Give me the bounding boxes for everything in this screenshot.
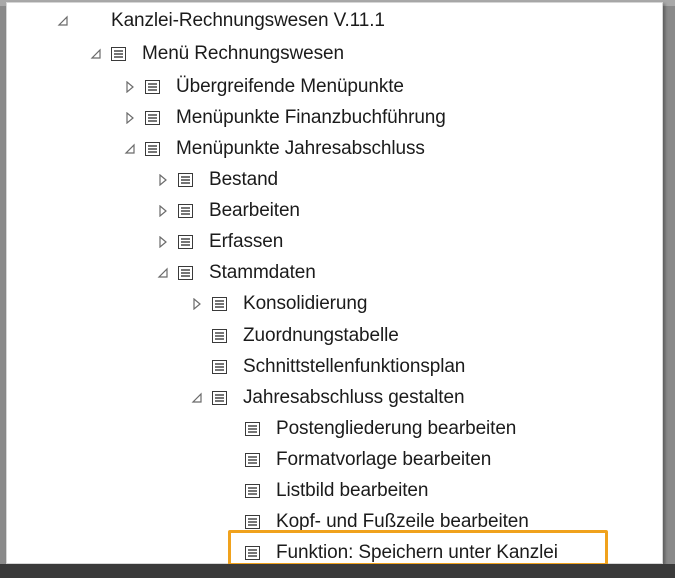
list-document-icon: [212, 296, 227, 311]
list-document-icon: [178, 172, 193, 187]
tree-node-label: Postengliederung bearbeiten: [276, 417, 517, 439]
list-document-icon: [212, 359, 227, 374]
collapsed-arrow-icon[interactable]: [124, 80, 136, 93]
list-document-icon: [245, 483, 260, 498]
tree-node-label: Jahresabschluss gestalten: [243, 386, 465, 408]
list-document-icon: [145, 141, 160, 156]
tree-node-uebergreifende-menuepunkte[interactable]: Übergreifende Menüpunkte: [124, 71, 404, 102]
expand-arrow-icon[interactable]: [124, 143, 136, 155]
list-document-icon: [178, 265, 193, 280]
window-bottom-edge: [0, 564, 675, 578]
list-document-icon: [212, 328, 227, 343]
tree-node-konsolidierung[interactable]: Konsolidierung: [191, 288, 367, 319]
expand-arrow-icon[interactable]: [90, 48, 102, 60]
list-document-icon: [145, 79, 160, 94]
tree-node-menue-rechnungswesen[interactable]: Menü Rechnungswesen: [90, 38, 344, 69]
tree-node-kanzlei-rechnungswesen[interactable]: Kanzlei-Rechnungswesen V.11.1: [57, 5, 385, 36]
tree-node-erfassen[interactable]: Erfassen: [157, 226, 283, 257]
tree-node-schnittstellenfunktionsplan[interactable]: Schnittstellenfunktionsplan: [191, 351, 465, 382]
collapsed-arrow-icon[interactable]: [124, 111, 136, 124]
list-document-icon: [212, 390, 227, 405]
list-document-icon: [245, 452, 260, 467]
list-document-icon: [245, 514, 260, 529]
tree-node-label: Konsolidierung: [243, 292, 368, 314]
menu-tree: Kanzlei-Rechnungswesen V.11.1 Menü Rechn…: [7, 3, 662, 563]
tree-node-label: Kanzlei-Rechnungswesen V.11.1: [111, 9, 385, 31]
expand-arrow-icon[interactable]: [157, 267, 169, 279]
tree-node-label: Menüpunkte Jahresabschluss: [176, 137, 425, 159]
tree-node-label: Bestand: [209, 168, 279, 190]
list-document-icon: [111, 46, 126, 61]
tree-panel: Kanzlei-Rechnungswesen V.11.1 Menü Rechn…: [6, 2, 663, 564]
highlight-frame: [228, 530, 608, 566]
tree-node-label: Zuordnungstabelle: [243, 324, 399, 346]
collapsed-arrow-icon[interactable]: [157, 173, 169, 186]
tree-node-label: Menüpunkte Finanzbuchführung: [176, 106, 446, 128]
list-document-icon: [245, 421, 260, 436]
tree-node-bearbeiten[interactable]: Bearbeiten: [157, 195, 300, 226]
tree-node-jahresabschluss-gestalten[interactable]: Jahresabschluss gestalten: [191, 382, 465, 413]
tree-node-label: Menü Rechnungswesen: [142, 42, 344, 64]
tree-node-bestand[interactable]: Bestand: [157, 164, 278, 195]
tree-node-label: Schnittstellenfunktionsplan: [243, 355, 466, 377]
tree-node-label: Übergreifende Menüpunkte: [176, 75, 404, 97]
expand-arrow-icon[interactable]: [57, 15, 69, 27]
tree-node-zuordnungstabelle[interactable]: Zuordnungstabelle: [191, 320, 399, 351]
list-document-icon: [145, 110, 160, 125]
tree-node-label: Listbild bearbeiten: [276, 479, 429, 501]
tree-node-label: Erfassen: [209, 230, 284, 252]
expand-arrow-icon[interactable]: [191, 392, 203, 404]
collapsed-arrow-icon[interactable]: [157, 235, 169, 248]
list-document-icon: [178, 234, 193, 249]
tree-node-menuepunkte-finanzbuchfuehrung[interactable]: Menüpunkte Finanzbuchführung: [124, 102, 446, 133]
tree-node-formatvorlage-bearbeiten[interactable]: Formatvorlage bearbeiten: [224, 444, 491, 475]
tree-node-label: Bearbeiten: [209, 199, 300, 221]
tree-node-listbild-bearbeiten[interactable]: Listbild bearbeiten: [224, 475, 428, 506]
tree-node-menuepunkte-jahresabschluss[interactable]: Menüpunkte Jahresabschluss: [124, 133, 425, 164]
tree-node-postengliederung-bearbeiten[interactable]: Postengliederung bearbeiten: [224, 413, 516, 444]
list-document-icon: [178, 203, 193, 218]
collapsed-arrow-icon[interactable]: [191, 297, 203, 310]
tree-node-label: Formatvorlage bearbeiten: [276, 448, 492, 470]
collapsed-arrow-icon[interactable]: [157, 204, 169, 217]
tree-node-stammdaten[interactable]: Stammdaten: [157, 257, 316, 288]
tree-node-label: Stammdaten: [209, 261, 316, 283]
